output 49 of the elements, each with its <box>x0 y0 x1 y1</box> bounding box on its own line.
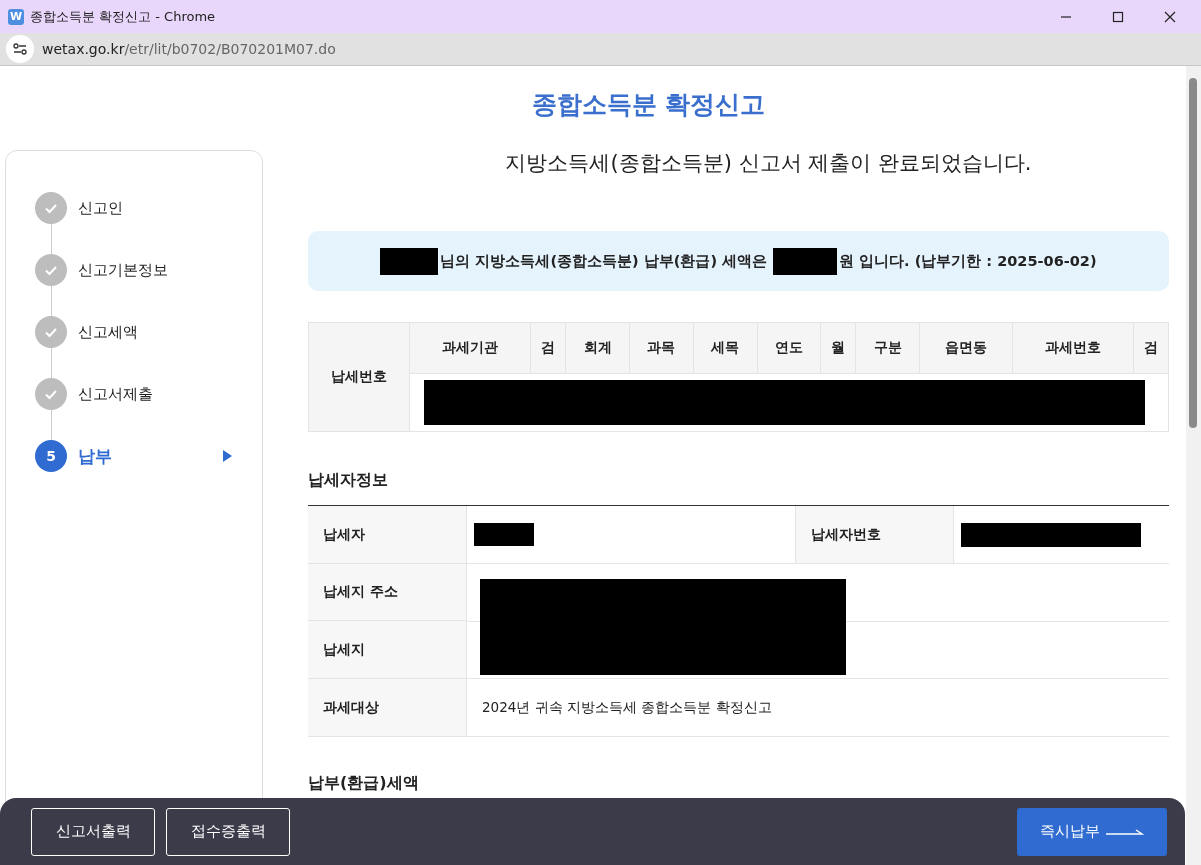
column-header: 검 <box>1133 322 1169 374</box>
field-label: 납세자 <box>308 506 467 563</box>
site-settings-icon[interactable] <box>6 35 34 63</box>
address-bar[interactable]: wetax.go.kr/etr/lit/b0702/B070201M07.do <box>0 33 1201 66</box>
maximize-icon[interactable] <box>1112 10 1124 23</box>
step-item[interactable]: 신고세액 <box>78 322 262 342</box>
field-label: 과세대상 <box>308 679 467 736</box>
check-icon <box>35 254 67 286</box>
step-number: 5 <box>35 440 67 472</box>
column-header: 구분 <box>855 322 920 374</box>
column-header: 회계 <box>565 322 630 374</box>
redaction-bar <box>380 247 439 275</box>
step-item[interactable]: 신고기본정보 <box>78 260 262 280</box>
check-icon <box>35 316 67 348</box>
check-icon <box>35 192 67 224</box>
notice-text: 님의 지방소득세(종합소득분) 납부(환급) 세액은 <box>440 251 768 271</box>
field-label: 납세자번호 <box>795 506 954 563</box>
section-heading: 납부(환급)세액 <box>308 773 420 794</box>
close-icon[interactable] <box>1164 10 1176 23</box>
check-icon <box>35 378 67 410</box>
notice-text: 원 입니다. (납부기한 : 2025-06-02) <box>839 251 1097 271</box>
app-logo-icon: W <box>8 8 24 25</box>
print-button[interactable]: 신고서출력 <box>31 807 155 856</box>
completion-message: 지방소득세(종합소득분) 신고서 제출이 완료되었습니다. <box>504 150 1033 177</box>
url-text[interactable]: wetax.go.kr/etr/lit/b0702/B070201M07.do <box>42 41 336 57</box>
print-button[interactable]: 접수증출력 <box>166 807 290 856</box>
play-icon <box>223 450 232 462</box>
section-heading: 납세자정보 <box>308 470 389 491</box>
redaction-bar <box>474 523 534 546</box>
column-header: 과목 <box>629 322 694 374</box>
column-header: 연도 <box>757 322 821 374</box>
column-header: 과세기관 <box>409 322 531 374</box>
column-header: 검 <box>530 322 566 374</box>
column-header: 세목 <box>693 322 758 374</box>
redaction-bar <box>773 247 838 275</box>
step-item[interactable]: 납부 <box>78 444 223 468</box>
field-label: 납세지 <box>308 621 467 678</box>
step-item[interactable]: 신고인 <box>78 198 262 218</box>
column-header: 월 <box>820 322 856 374</box>
column-header: 읍면동 <box>919 322 1013 374</box>
step-item[interactable]: 신고서제출 <box>78 384 262 404</box>
table-header: 납세번호 <box>308 322 410 432</box>
pay-button[interactable]: 즉시납부 <box>1017 807 1167 856</box>
column-header: 과세번호 <box>1012 322 1134 374</box>
window-title: 종합소득분 확정신고 - Chrome <box>30 7 216 26</box>
page-title: 종합소득분 확정신고 <box>530 89 767 121</box>
field-value: 2024년 귀속 지방소득세 종합소득분 확정신고 <box>481 697 773 717</box>
field-label: 납세지 주소 <box>308 564 467 621</box>
scrollbar[interactable] <box>1186 66 1201 865</box>
